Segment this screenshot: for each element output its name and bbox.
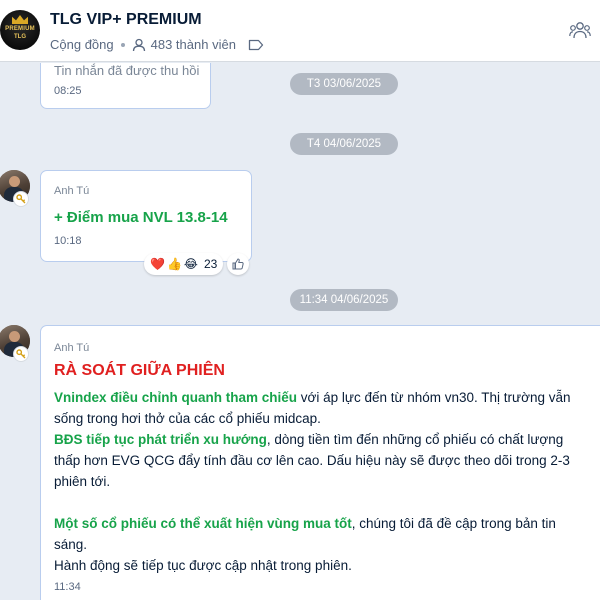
- chat-area[interactable]: Tin nhắn đã được thu hồi 08:25 T3 03/06/…: [0, 63, 600, 600]
- paragraph-1: Vnindex điều chỉnh quanh tham chiếu với …: [54, 387, 589, 429]
- chat-header: PREMIUM TLG TLG VIP+ PREMIUM Cộng đồng 4…: [0, 0, 600, 62]
- highlight-text: Vnindex điều chỉnh quanh tham chiếu: [54, 390, 298, 405]
- recalled-message[interactable]: Tin nhắn đã được thu hồi 08:25: [40, 63, 211, 109]
- thumbs-up-reaction-icon: 👍: [166, 257, 182, 271]
- message-body: Vnindex điều chỉnh quanh tham chiếu với …: [54, 387, 589, 576]
- community-label: Cộng đồng: [50, 37, 114, 52]
- message-bubble[interactable]: Anh Tú + Điểm mua NVL 13.8-14 10:18: [40, 170, 252, 262]
- add-member-icon[interactable]: [569, 21, 591, 41]
- like-button[interactable]: [227, 253, 249, 275]
- date-separator: T3 03/06/2025: [290, 73, 398, 95]
- date-separator: T4 04/06/2025: [290, 133, 398, 155]
- message-time: 08:25: [54, 85, 82, 97]
- key-icon: [14, 192, 28, 206]
- thumbs-up-icon: [232, 258, 244, 270]
- member-count[interactable]: 483 thành viên: [151, 37, 236, 52]
- sender-name[interactable]: Anh Tú: [54, 185, 89, 197]
- key-icon: [14, 347, 28, 361]
- message-heading: RÀ SOÁT GIỮA PHIÊN: [54, 362, 225, 379]
- crown-icon: [12, 15, 28, 24]
- highlight-text: Một số cổ phiếu có thể xuất hiện vùng mu…: [54, 516, 352, 531]
- avatar-text-premium: PREMIUM: [5, 26, 35, 32]
- heart-reaction-icon: ❤️: [150, 257, 165, 271]
- avatar-text-tlg: TLG: [14, 34, 26, 40]
- message-bubble[interactable]: Anh Tú RÀ SOÁT GIỮA PHIÊN Vnindex điều c…: [40, 325, 600, 600]
- message-text: + Điểm mua NVL 13.8-14: [54, 209, 228, 226]
- reactions-bar[interactable]: ❤️ 👍 😂 23: [144, 253, 224, 275]
- paragraph-2: BĐS tiếp tục phát triển xu hướng, dòng t…: [54, 429, 589, 492]
- tag-icon[interactable]: [248, 38, 264, 52]
- message-time: 10:18: [54, 235, 82, 247]
- time-separator: 11:34 04/06/2025: [290, 289, 398, 311]
- message-time: 11:34: [54, 581, 81, 593]
- recalled-text: Tin nhắn đã được thu hồi: [54, 63, 200, 78]
- sender-name[interactable]: Anh Tú: [54, 342, 89, 354]
- laugh-reaction-icon: 😂: [183, 257, 198, 271]
- reaction-count: 23: [203, 257, 218, 271]
- group-name[interactable]: TLG VIP+ PREMIUM: [50, 11, 202, 29]
- paragraph-4: Hành động sẽ tiếp tục được cập nhật tron…: [54, 558, 352, 573]
- highlight-text: BĐS tiếp tục phát triển xu hướng: [54, 432, 267, 447]
- user-icon: [132, 38, 145, 51]
- separator-dot: [120, 42, 125, 47]
- paragraph-3: Một số cổ phiếu có thể xuất hiện vùng mu…: [54, 513, 589, 555]
- group-avatar[interactable]: PREMIUM TLG: [0, 10, 40, 50]
- empty-line: [54, 492, 589, 513]
- group-meta: Cộng đồng 483 thành viên: [50, 37, 264, 52]
